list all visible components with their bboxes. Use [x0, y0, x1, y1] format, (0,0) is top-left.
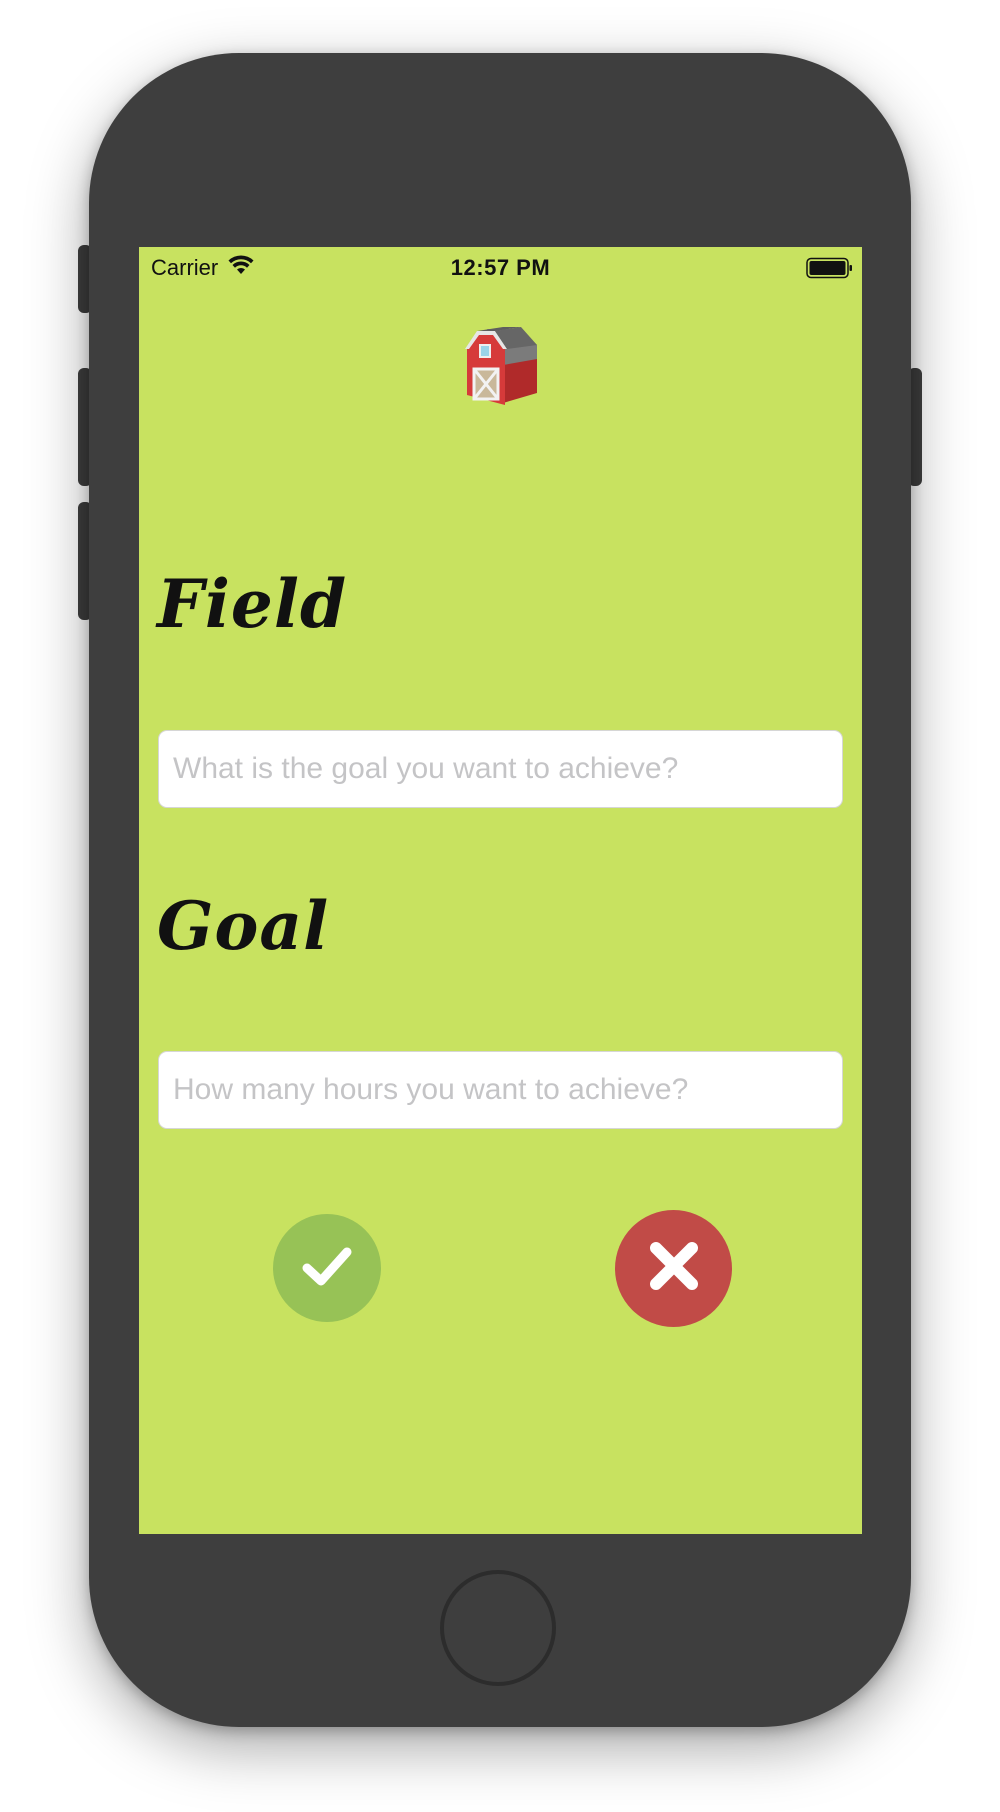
- goal-label: Goal: [157, 887, 330, 965]
- cancel-button[interactable]: [615, 1210, 732, 1327]
- field-label: Field: [157, 565, 348, 643]
- status-bar: Carrier 12:57 PM: [139, 247, 862, 287]
- status-time: 12:57 PM: [450, 255, 551, 280]
- barn-icon: [457, 325, 543, 411]
- app-screen: Carrier 12:57 PM Field What is the goal …: [139, 247, 862, 1534]
- close-icon: [642, 1234, 706, 1303]
- confirm-button[interactable]: [273, 1214, 381, 1322]
- checkmark-icon: [297, 1236, 357, 1301]
- home-button[interactable]: [440, 1570, 556, 1686]
- goal-input[interactable]: [158, 1051, 843, 1129]
- field-input[interactable]: [158, 730, 843, 808]
- device-frame-stage: Carrier 12:57 PM Field What is the goal …: [0, 0, 1000, 1812]
- battery-full-icon: [806, 257, 852, 279]
